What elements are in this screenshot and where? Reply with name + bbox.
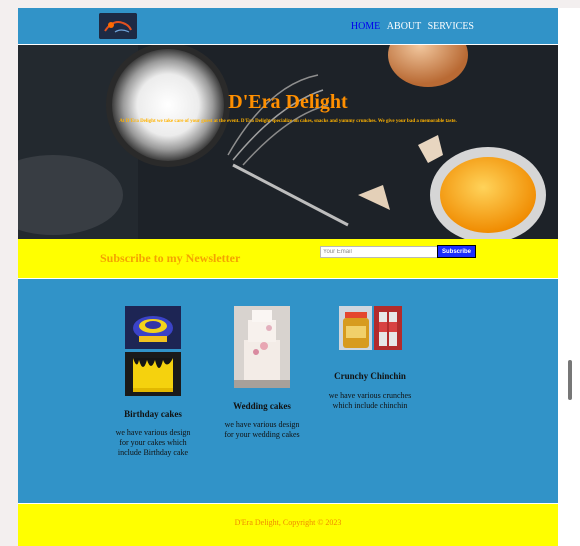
header: HOME ABOUT SERVICES xyxy=(18,8,558,44)
newsletter-title: Subscribe to my Newsletter xyxy=(100,251,241,265)
hero-banner: D'Era Delight At D'Era Delight we take c… xyxy=(18,45,558,239)
scrollbar-thumb[interactable] xyxy=(568,360,572,400)
hero-description: At D'Era Delight we take care of your gu… xyxy=(119,119,457,124)
chinchin-jar-image-left xyxy=(339,306,372,350)
subscribe-button[interactable]: Subscribe xyxy=(437,245,476,258)
right-gutter xyxy=(558,8,580,546)
footer: D'Era Delight, Copyright © 2023 xyxy=(18,504,558,546)
product-card-chinchin: Crunchy Chinchin we have various crunche… xyxy=(328,371,412,411)
product-title: Crunchy Chinchin xyxy=(334,371,406,381)
chinchin-jar-image-right xyxy=(374,306,402,350)
product-title: Wedding cakes xyxy=(233,401,291,411)
birthday-cake-image-bottom xyxy=(125,352,181,396)
wedding-cake-image xyxy=(234,306,290,388)
nav-services[interactable]: SERVICES xyxy=(428,21,474,32)
product-description: we have various design for your cakes wh… xyxy=(115,428,191,457)
page: HOME ABOUT SERVICES D'Era Delight At D'E… xyxy=(18,8,558,546)
product-card-wedding: Wedding cakes we have various design for… xyxy=(220,401,304,440)
product-title: Birthday cakes xyxy=(124,409,182,419)
product-description: we have various design for your wedding … xyxy=(224,420,300,439)
main-nav: HOME ABOUT SERVICES xyxy=(347,21,474,32)
products-section: Birthday cakes we have various design fo… xyxy=(18,279,558,503)
hero-background-image xyxy=(18,45,558,239)
nav-home[interactable]: HOME xyxy=(351,21,380,32)
birthday-cake-image-top xyxy=(125,306,181,349)
copyright-text: D'Era Delight, Copyright © 2023 xyxy=(234,518,342,527)
product-card-birthday: Birthday cakes we have various design fo… xyxy=(113,409,193,458)
newsletter-section: Subscribe to my Newsletter Subscribe xyxy=(18,239,558,278)
product-description: we have various crunches which include c… xyxy=(328,391,412,410)
logo[interactable] xyxy=(99,13,137,39)
email-input[interactable] xyxy=(320,246,438,258)
browser-top-strip xyxy=(0,0,580,8)
nav-about[interactable]: ABOUT xyxy=(387,21,421,32)
hero-title: D'Era Delight xyxy=(228,91,348,113)
